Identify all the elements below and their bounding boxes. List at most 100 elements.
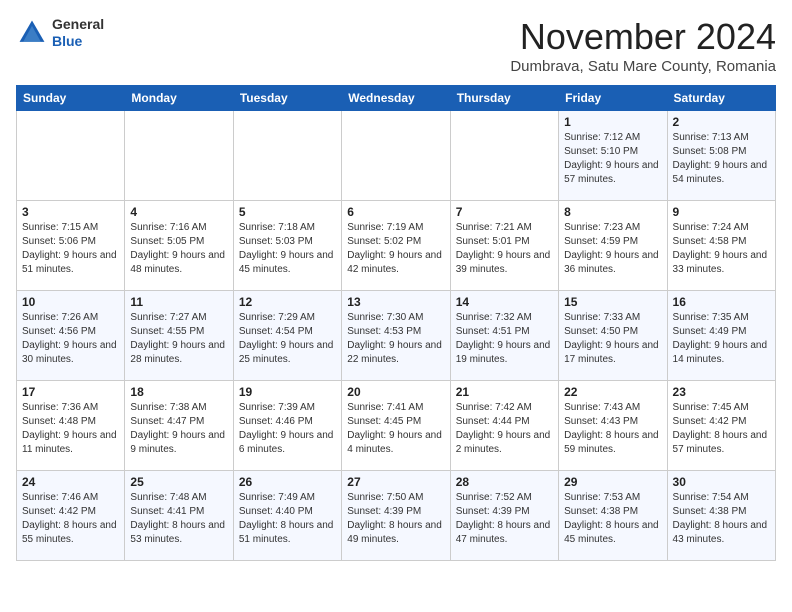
day-info: Sunrise: 7:50 AMSunset: 4:39 PMDaylight:… [347,491,444,547]
calendar-cell: 25Sunrise: 7:48 AMSunset: 4:41 PMDayligh… [125,471,233,561]
day-info: Sunrise: 7:29 AMSunset: 4:54 PMDaylight:… [239,311,336,367]
calendar-cell: 16 Sunrise: 7:35 AMSunset: 4:49 PMDayligh… [667,291,775,381]
day-number: 17 [22,385,119,399]
logo-icon [16,17,48,49]
day-number: 16 [673,295,770,309]
day-info: Sunrise: 7:23 AMSunset: 4:59 PMDaylight:… [564,221,661,277]
calendar-cell: 9 Sunrise: 7:24 AMSunset: 4:58 PMDaylight… [667,201,775,291]
calendar-cell: 12 Sunrise: 7:29 AMSunset: 4:54 PMDayligh… [233,291,341,381]
day-number: 21 [456,385,553,399]
calendar-header: SundayMondayTuesdayWednesdayThursdayFrid… [17,86,776,111]
calendar-cell: 1 Sunrise: 7:12 AMSunset: 5:10 PMDaylight… [559,111,667,201]
logo: General Blue [16,16,104,50]
day-info: Sunrise: 7:54 AMSunset: 4:38 PMDaylight:… [673,491,770,547]
calendar-cell: 28 Sunrise: 7:52 AMSunset: 4:39 PMDayligh… [450,471,558,561]
day-number: 23 [673,385,770,399]
day-number: 15 [564,295,661,309]
calendar-cell: 13Sunrise: 7:30 AMSunset: 4:53 PMDayligh… [342,291,450,381]
calendar-cell: 2Sunrise: 7:13 AMSunset: 5:08 PMDaylight… [667,111,775,201]
day-number: 28 [456,475,553,489]
calendar-cell: 7 Sunrise: 7:21 AMSunset: 5:01 PMDaylight… [450,201,558,291]
day-info: Sunrise: 7:16 AMSunset: 5:05 PMDaylight:… [130,221,227,277]
calendar-cell: 27Sunrise: 7:50 AMSunset: 4:39 PMDayligh… [342,471,450,561]
calendar-week-4: 17Sunrise: 7:36 AMSunset: 4:48 PMDayligh… [17,381,776,471]
day-number: 13 [347,295,444,309]
day-info: Sunrise: 7:24 AMSunset: 4:58 PMDaylight:… [673,221,770,277]
day-info: Sunrise: 7:45 AMSunset: 4:42 PMDaylight:… [673,401,770,457]
day-number: 3 [22,205,119,219]
calendar-cell [342,111,450,201]
day-info: Sunrise: 7:43 AMSunset: 4:43 PMDaylight:… [564,401,661,457]
calendar-cell: 17Sunrise: 7:36 AMSunset: 4:48 PMDayligh… [17,381,125,471]
calendar-cell [450,111,558,201]
day-info: Sunrise: 7:38 AMSunset: 4:47 PMDaylight:… [130,401,227,457]
day-number: 5 [239,205,336,219]
day-info: Sunrise: 7:19 AMSunset: 5:02 PMDaylight:… [347,221,444,277]
weekday-header-thursday: Thursday [450,86,558,111]
day-info: Sunrise: 7:53 AMSunset: 4:38 PMDaylight:… [564,491,661,547]
calendar-cell: 19 Sunrise: 7:39 AMSunset: 4:46 PMDayligh… [233,381,341,471]
logo-general: General [52,16,104,33]
calendar-cell [233,111,341,201]
calendar-cell: 23 Sunrise: 7:45 AMSunset: 4:42 PMDayligh… [667,381,775,471]
title-block: November 2024 Dumbrava, Satu Mare County… [510,16,776,75]
day-info: Sunrise: 7:46 AMSunset: 4:42 PMDaylight:… [22,491,119,547]
day-info: Sunrise: 7:39 AMSunset: 4:46 PMDaylight:… [239,401,336,457]
day-info: Sunrise: 7:12 AMSunset: 5:10 PMDaylight:… [564,131,661,187]
day-number: 26 [239,475,336,489]
day-number: 25 [130,475,227,489]
day-number: 4 [130,205,227,219]
day-number: 9 [673,205,770,219]
calendar-week-5: 24 Sunrise: 7:46 AMSunset: 4:42 PMDayligh… [17,471,776,561]
day-info: Sunrise: 7:33 AMSunset: 4:50 PMDaylight:… [564,311,661,367]
day-number: 1 [564,115,661,129]
day-number: 10 [22,295,119,309]
calendar-cell: 5 Sunrise: 7:18 AMSunset: 5:03 PMDaylight… [233,201,341,291]
calendar-cell: 22 Sunrise: 7:43 AMSunset: 4:43 PMDayligh… [559,381,667,471]
weekday-header-row: SundayMondayTuesdayWednesdayThursdayFrid… [17,86,776,111]
calendar-table: SundayMondayTuesdayWednesdayThursdayFrid… [16,85,776,561]
day-info: Sunrise: 7:42 AMSunset: 4:44 PMDaylight:… [456,401,553,457]
page-header: General Blue November 2024 Dumbrava, Sat… [16,16,776,75]
day-info: Sunrise: 7:15 AMSunset: 5:06 PMDaylight:… [22,221,119,277]
calendar-cell: 15 Sunrise: 7:33 AMSunset: 4:50 PMDayligh… [559,291,667,381]
calendar-cell: 11Sunrise: 7:27 AMSunset: 4:55 PMDayligh… [125,291,233,381]
day-info: Sunrise: 7:32 AMSunset: 4:51 PMDaylight:… [456,311,553,367]
day-number: 30 [673,475,770,489]
day-number: 18 [130,385,227,399]
day-info: Sunrise: 7:13 AMSunset: 5:08 PMDaylight:… [673,131,770,187]
day-info: Sunrise: 7:18 AMSunset: 5:03 PMDaylight:… [239,221,336,277]
calendar-week-1: 1 Sunrise: 7:12 AMSunset: 5:10 PMDaylight… [17,111,776,201]
calendar-cell: 26 Sunrise: 7:49 AMSunset: 4:40 PMDayligh… [233,471,341,561]
calendar-cell [17,111,125,201]
day-info: Sunrise: 7:52 AMSunset: 4:39 PMDaylight:… [456,491,553,547]
day-number: 7 [456,205,553,219]
day-info: Sunrise: 7:26 AMSunset: 4:56 PMDaylight:… [22,311,119,367]
day-info: Sunrise: 7:35 AMSunset: 4:49 PMDaylight:… [673,311,770,367]
month-title: November 2024 [510,16,776,58]
calendar-cell: 14 Sunrise: 7:32 AMSunset: 4:51 PMDayligh… [450,291,558,381]
calendar-cell: 21 Sunrise: 7:42 AMSunset: 4:44 PMDayligh… [450,381,558,471]
weekday-header-friday: Friday [559,86,667,111]
day-info: Sunrise: 7:41 AMSunset: 4:45 PMDaylight:… [347,401,444,457]
day-number: 8 [564,205,661,219]
weekday-header-sunday: Sunday [17,86,125,111]
calendar-cell: 10 Sunrise: 7:26 AMSunset: 4:56 PMDayligh… [17,291,125,381]
day-number: 22 [564,385,661,399]
calendar-cell: 8 Sunrise: 7:23 AMSunset: 4:59 PMDaylight… [559,201,667,291]
calendar-cell: 29Sunrise: 7:53 AMSunset: 4:38 PMDayligh… [559,471,667,561]
day-info: Sunrise: 7:21 AMSunset: 5:01 PMDaylight:… [456,221,553,277]
day-number: 6 [347,205,444,219]
day-number: 11 [130,295,227,309]
calendar-cell: 18 Sunrise: 7:38 AMSunset: 4:47 PMDayligh… [125,381,233,471]
logo-blue: Blue [52,33,104,50]
day-number: 12 [239,295,336,309]
weekday-header-tuesday: Tuesday [233,86,341,111]
weekday-header-wednesday: Wednesday [342,86,450,111]
day-number: 19 [239,385,336,399]
calendar-cell: 20Sunrise: 7:41 AMSunset: 4:45 PMDayligh… [342,381,450,471]
day-info: Sunrise: 7:49 AMSunset: 4:40 PMDaylight:… [239,491,336,547]
calendar-cell: 3 Sunrise: 7:15 AMSunset: 5:06 PMDaylight… [17,201,125,291]
day-number: 14 [456,295,553,309]
day-number: 24 [22,475,119,489]
